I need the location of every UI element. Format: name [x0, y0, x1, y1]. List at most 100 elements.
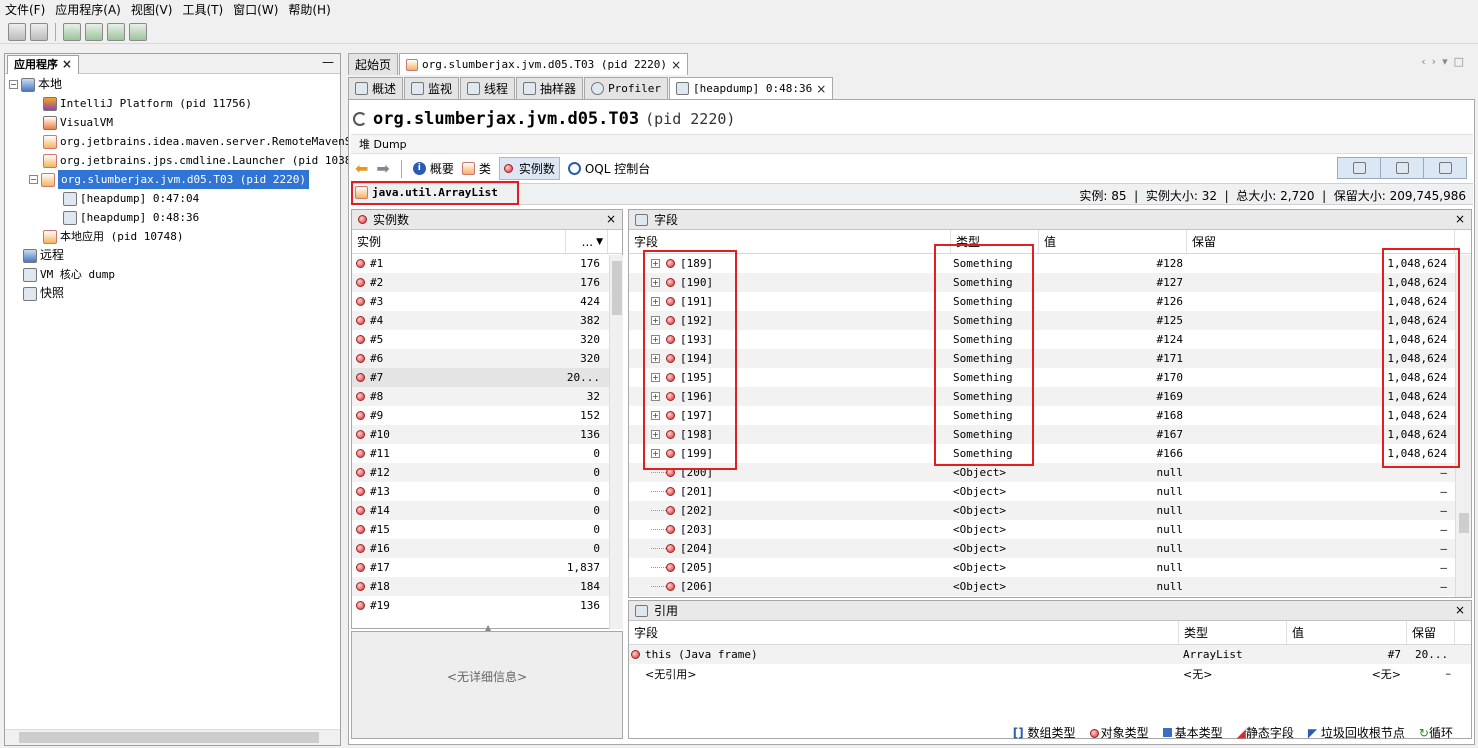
- collapse-icon[interactable]: −: [9, 80, 18, 89]
- instance-row[interactable]: #19 136: [352, 596, 622, 615]
- menu-view[interactable]: 视图(V): [126, 0, 178, 20]
- oql-console-button[interactable]: OQL 控制台: [567, 160, 650, 177]
- instance-row[interactable]: #6 320: [352, 349, 622, 368]
- column-chooser-icon[interactable]: [608, 230, 622, 253]
- menu-tools[interactable]: 工具(T): [177, 0, 228, 20]
- forward-arrow-icon[interactable]: ➡: [376, 159, 389, 178]
- close-icon[interactable]: ×: [671, 58, 681, 72]
- menu-file[interactable]: 文件(F): [0, 0, 50, 20]
- instance-row[interactable]: #7 20...: [352, 368, 622, 387]
- field-row[interactable]: + [198] Something #167 1,048,624: [629, 425, 1471, 444]
- tab-start-page[interactable]: 起始页: [348, 53, 399, 75]
- tab-monitor[interactable]: 监视: [404, 77, 460, 99]
- instance-row[interactable]: #5 320: [352, 330, 622, 349]
- close-icon[interactable]: ×: [816, 82, 826, 96]
- tree-jps-launcher[interactable]: org.jetbrains.jps.cmdline.Launcher (pid …: [43, 151, 365, 170]
- add-remote-icon[interactable]: [85, 22, 103, 41]
- instance-row[interactable]: #1 176: [352, 254, 622, 273]
- tab-scroll-controls[interactable]: ‹›▾□: [1421, 55, 1470, 68]
- field-row[interactable]: + [189] Something #128 1,048,624: [629, 254, 1471, 273]
- back-arrow-icon[interactable]: ⬅: [355, 159, 368, 178]
- col-type[interactable]: 类型: [1179, 621, 1287, 644]
- classes-button[interactable]: 类: [461, 160, 491, 177]
- instance-row[interactable]: #2 176: [352, 273, 622, 292]
- menu-window[interactable]: 窗口(W): [228, 0, 283, 20]
- field-row[interactable]: + [197] Something #168 1,048,624: [629, 406, 1471, 425]
- field-row[interactable]: + [199] Something #166 1,048,624: [629, 444, 1471, 463]
- instance-row[interactable]: #16 0: [352, 539, 622, 558]
- minimize-icon[interactable]: —: [322, 55, 334, 69]
- tree-intellij[interactable]: IntelliJ Platform (pid 11756): [43, 94, 252, 113]
- add-snapshot-icon[interactable]: [129, 22, 147, 41]
- field-row[interactable]: [203] <Object> null –: [629, 520, 1471, 539]
- col-size[interactable]: ... ▼: [566, 230, 608, 253]
- disk-icon[interactable]: [30, 22, 48, 41]
- tree-local[interactable]: − 本地: [9, 75, 62, 94]
- reference-row[interactable]: this (Java frame) ArrayList #7 20...: [629, 645, 1471, 664]
- instance-row[interactable]: #4 382: [352, 311, 622, 330]
- tab-sampler[interactable]: 抽样器: [516, 77, 584, 99]
- col-value[interactable]: 值: [1039, 230, 1187, 253]
- collapse-icon[interactable]: −: [29, 175, 38, 184]
- vertical-scrollbar[interactable]: [609, 255, 623, 629]
- col-value[interactable]: 值: [1287, 621, 1407, 644]
- close-icon[interactable]: ×: [62, 57, 72, 71]
- field-row[interactable]: [204] <Object> null –: [629, 539, 1471, 558]
- field-row[interactable]: + [190] Something #127 1,048,624: [629, 273, 1471, 292]
- reference-row[interactable]: <无引用> <无> <无> –: [629, 664, 1471, 683]
- horizontal-scrollbar[interactable]: [5, 729, 340, 745]
- col-instance[interactable]: 实例: [352, 230, 566, 253]
- field-row[interactable]: + [195] Something #170 1,048,624: [629, 368, 1471, 387]
- instances-button[interactable]: 实例数: [498, 157, 560, 180]
- instance-row[interactable]: #14 0: [352, 501, 622, 520]
- tree-t03[interactable]: − org.slumberjax.jvm.d05.T03 (pid 2220): [29, 170, 310, 189]
- view-both-toggle[interactable]: [1424, 158, 1466, 178]
- tree-snapshot[interactable]: 快照: [23, 284, 64, 303]
- tab-heapdump[interactable]: [heapdump] 0:48:36 ×: [669, 77, 834, 99]
- instance-row[interactable]: #15 0: [352, 520, 622, 539]
- tab-t03[interactable]: org.slumberjax.jvm.d05.T03 (pid 2220) ×: [399, 53, 689, 75]
- summary-button[interactable]: i 概要: [412, 160, 454, 177]
- menu-applications[interactable]: 应用程序(A): [50, 0, 126, 20]
- tab-applications[interactable]: 应用程序 ×: [7, 55, 79, 74]
- instance-row[interactable]: #17 1,837: [352, 558, 622, 577]
- save-icon[interactable]: [8, 22, 26, 41]
- view-references-toggle[interactable]: [1381, 158, 1424, 178]
- tree-maven-server[interactable]: org.jetbrains.idea.maven.server.RemoteMa…: [43, 132, 371, 151]
- tab-threads[interactable]: 线程: [460, 77, 516, 99]
- col-retained[interactable]: 保留: [1407, 621, 1455, 644]
- scrollbar-thumb[interactable]: [19, 732, 319, 743]
- field-row[interactable]: + [191] Something #126 1,048,624: [629, 292, 1471, 311]
- col-field[interactable]: 字段: [629, 621, 1179, 644]
- add-coredump-icon[interactable]: [107, 22, 125, 41]
- view-fields-toggle[interactable]: [1338, 158, 1381, 178]
- tree-visualvm[interactable]: VisualVM: [43, 113, 113, 132]
- close-icon[interactable]: ×: [1455, 212, 1465, 226]
- add-jmx-icon[interactable]: [63, 22, 81, 41]
- instance-row[interactable]: #13 0: [352, 482, 622, 501]
- field-row[interactable]: + [193] Something #124 1,048,624: [629, 330, 1471, 349]
- tab-profiler[interactable]: Profiler: [584, 77, 669, 99]
- instance-row[interactable]: #11 0: [352, 444, 622, 463]
- instance-row[interactable]: #10 136: [352, 425, 622, 444]
- scrollbar-thumb[interactable]: [1459, 513, 1469, 533]
- tree-local-app[interactable]: 本地应用 (pid 10748): [43, 227, 183, 246]
- field-row[interactable]: [205] <Object> null –: [629, 558, 1471, 577]
- menu-help[interactable]: 帮助(H): [283, 0, 335, 20]
- field-row[interactable]: + [192] Something #125 1,048,624: [629, 311, 1471, 330]
- instance-row[interactable]: #8 32: [352, 387, 622, 406]
- instance-row[interactable]: #12 0: [352, 463, 622, 482]
- field-row[interactable]: + [194] Something #171 1,048,624: [629, 349, 1471, 368]
- tree-remote[interactable]: 远程: [23, 246, 64, 265]
- close-icon[interactable]: ×: [606, 212, 616, 226]
- tree-heapdump-1[interactable]: [heapdump] 0:47:04: [63, 189, 199, 208]
- field-row[interactable]: + [196] Something #169 1,048,624: [629, 387, 1471, 406]
- field-row[interactable]: [201] <Object> null –: [629, 482, 1471, 501]
- instance-row[interactable]: #9 152: [352, 406, 622, 425]
- tree-coredump[interactable]: VM 核心 dump: [23, 265, 115, 284]
- tree-heapdump-2[interactable]: [heapdump] 0:48:36: [63, 208, 199, 227]
- field-row[interactable]: [206] <Object> null –: [629, 577, 1471, 596]
- tab-overview[interactable]: 概述: [348, 77, 404, 99]
- instance-row[interactable]: #18 184: [352, 577, 622, 596]
- scrollbar-thumb[interactable]: [612, 261, 622, 315]
